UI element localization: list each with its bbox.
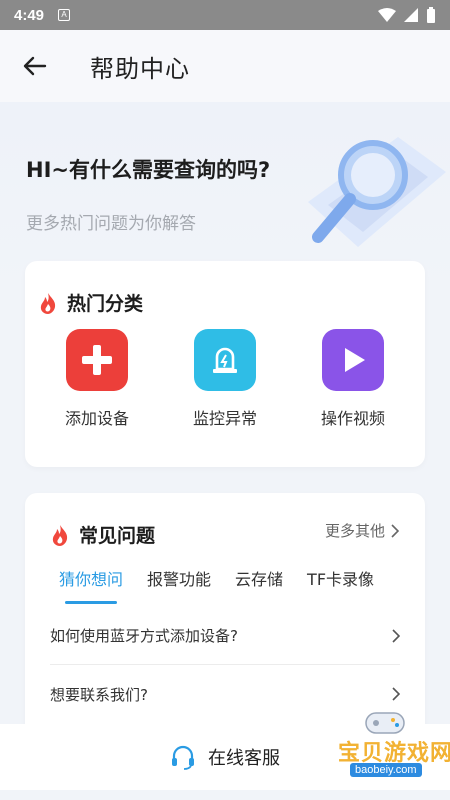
question-text: 如何使用蓝牙方式添加设备? xyxy=(50,627,238,645)
a-box-icon: A xyxy=(58,9,71,21)
tab-alarm[interactable]: 报警功能 xyxy=(147,566,211,600)
category-list: 添加设备 监控异常 操作视频 xyxy=(25,329,425,429)
list-item[interactable]: 如何使用蓝牙方式添加设备? xyxy=(50,607,400,665)
alarm-light-icon xyxy=(213,347,237,373)
more-label: 更多其他 xyxy=(324,522,385,540)
tab-cloud-storage[interactable]: 云存储 xyxy=(235,566,283,600)
hot-categories-title: 热门分类 xyxy=(67,293,144,315)
headset-icon xyxy=(172,745,194,770)
faq-card: 常见问题 更多其他 猜你想问 报警功能 云存储 TF卡录像 如何使用蓝牙方式添加… xyxy=(25,493,425,753)
magnifier-illustration-icon xyxy=(308,137,446,247)
category-monitor-error[interactable]: 监控异常 xyxy=(170,329,280,429)
status-icons xyxy=(378,7,436,23)
category-label: 添加设备 xyxy=(64,409,129,428)
category-icon-bg xyxy=(66,329,128,391)
tab-tf-card[interactable]: TF卡录像 xyxy=(307,566,374,600)
back-button[interactable] xyxy=(0,30,70,102)
question-list: 如何使用蓝牙方式添加设备? 想要联系我们? xyxy=(50,607,400,723)
category-operation-video[interactable]: 操作视频 xyxy=(298,329,408,429)
hot-categories-card: 热门分类 添加设备 监控异常 操作视频 xyxy=(25,261,425,467)
faq-tabs: 猜你想问 报警功能 云存储 TF卡录像 xyxy=(59,566,398,604)
tab-guess[interactable]: 猜你想问 xyxy=(59,566,123,604)
category-label: 监控异常 xyxy=(192,409,257,428)
hero-subtitle: 更多热门问题为你解答 xyxy=(26,214,196,234)
arrow-left-icon xyxy=(23,56,47,76)
chevron-right-icon xyxy=(392,628,400,643)
app-header: 帮助中心 xyxy=(0,30,450,102)
status-bar: 4:49 A xyxy=(0,0,450,30)
plus-icon xyxy=(82,345,112,375)
signal-icon xyxy=(404,8,418,22)
chevron-right-icon xyxy=(392,687,400,701)
category-add-device[interactable]: 添加设备 xyxy=(42,329,152,429)
chevron-right-icon xyxy=(391,523,399,538)
status-time: 4:49 xyxy=(14,6,45,24)
more-link[interactable]: 更多其他 xyxy=(325,520,399,541)
category-icon-bg xyxy=(194,329,256,391)
faq-title: 常见问题 xyxy=(79,525,156,547)
battery-icon xyxy=(427,7,435,23)
category-icon-bg xyxy=(322,329,384,391)
hot-categories-header: 热门分类 xyxy=(39,289,143,316)
fire-icon xyxy=(52,524,68,546)
hero-title: HI~有什么需要查询的吗? xyxy=(26,158,271,182)
category-label: 操作视频 xyxy=(320,409,385,428)
play-icon xyxy=(345,348,365,372)
page-title: 帮助中心 xyxy=(90,54,190,83)
online-service-label: 在线客服 xyxy=(208,748,280,769)
faq-header: 常见问题 xyxy=(51,521,155,548)
fire-icon xyxy=(40,292,56,314)
online-service-button[interactable]: 在线客服 xyxy=(0,724,450,790)
wifi-icon xyxy=(378,8,396,22)
question-text: 想要联系我们? xyxy=(50,685,148,704)
list-item[interactable]: 想要联系我们? xyxy=(50,665,400,723)
